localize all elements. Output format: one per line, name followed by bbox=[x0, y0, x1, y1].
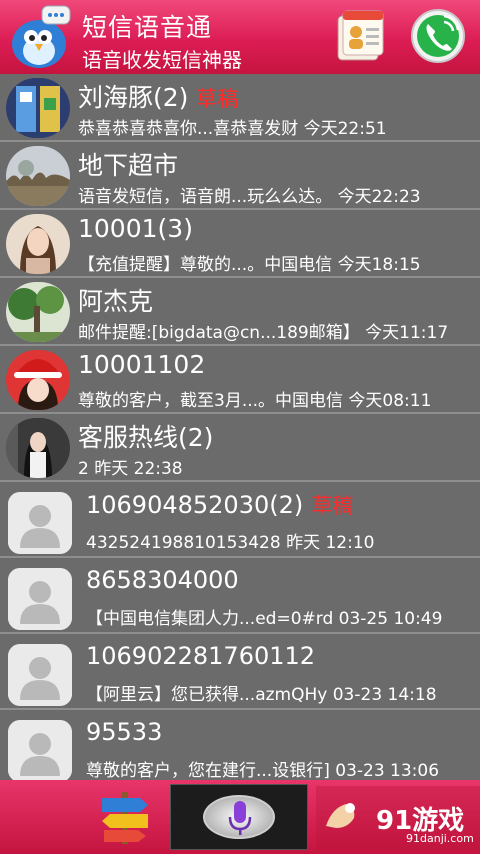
message-preview: 【中国电信集团人力...ed=0#rd 03-25 10:49 bbox=[86, 609, 443, 629]
conversation-row[interactable]: 刘海豚(2) 草稿 恭喜恭喜恭喜你...喜恭喜发财 今天22:51 bbox=[0, 74, 480, 142]
default-contact-icon bbox=[8, 492, 72, 554]
conversation-row[interactable]: 106902281760112 【阿里云】您已获得...azmQHy 03-23… bbox=[0, 634, 480, 710]
default-contact-icon bbox=[8, 568, 72, 630]
conversation-row[interactable]: 10001(3) 【充值提醒】尊敬的...。中国电信 今天18:15 bbox=[0, 210, 480, 278]
message-preview: 432524198810153428 昨天 12:10 bbox=[86, 533, 375, 553]
photo-tree-icon bbox=[6, 282, 70, 342]
contact-name: 客服热线(2) bbox=[78, 423, 214, 452]
app-subtitle: 语音收发短信神器 bbox=[82, 48, 242, 72]
contacts-icon[interactable] bbox=[330, 6, 390, 66]
microphone-icon bbox=[228, 801, 252, 835]
conversation-list: 刘海豚(2) 草稿 恭喜恭喜恭喜你...喜恭喜发财 今天22:51 地下超市 语音… bbox=[0, 74, 480, 780]
message-preview: 【阿里云】您已获得...azmQHy 03-23 14:18 bbox=[86, 685, 437, 705]
message-preview: 尊敬的客户，截至3月...。中国电信 今天08:11 bbox=[78, 391, 432, 411]
contact-name: 10001102 bbox=[78, 350, 206, 379]
brand-logo-sub: 91danji.com bbox=[406, 832, 474, 845]
bottom-bar: 91游戏 91danji.com bbox=[0, 780, 480, 854]
contact-name: 106904852030(2) 草稿 bbox=[86, 491, 354, 519]
conversation-row[interactable]: 106904852030(2) 草稿 432524198810153428 昨天 … bbox=[0, 482, 480, 558]
contact-name: 刘海豚(2) 草稿 bbox=[78, 83, 239, 112]
conversation-row[interactable]: 95533 尊敬的客户，您在建行...设银行] 03-23 13:06 bbox=[0, 710, 480, 780]
conversation-row[interactable]: 8658304000 【中国电信集团人力...ed=0#rd 03-25 10:… bbox=[0, 558, 480, 634]
photo-landscape-icon bbox=[6, 146, 70, 206]
conversation-row[interactable]: 地下超市 语音发短信，语音朗...玩么么达。 今天22:23 bbox=[0, 142, 480, 210]
photo-girl-icon bbox=[6, 418, 70, 478]
voice-input-button[interactable] bbox=[170, 784, 308, 850]
contact-name: 8658304000 bbox=[86, 566, 239, 594]
app-header: 短信语音通 语音收发短信神器 bbox=[0, 0, 480, 74]
conversation-row[interactable]: 阿杰克 邮件提醒:[bigdata@cn...189邮箱】 今天11:17 bbox=[0, 278, 480, 346]
contact-name: 阿杰克 bbox=[78, 287, 154, 316]
photo-kids-icon bbox=[6, 78, 70, 138]
message-preview: 【充值提醒】尊敬的...。中国电信 今天18:15 bbox=[78, 255, 421, 275]
app-title: 短信语音通 bbox=[82, 13, 213, 42]
message-preview: 语音发短信，语音朗...玩么么达。 今天22:23 bbox=[78, 187, 421, 207]
phone-call-icon[interactable] bbox=[408, 6, 468, 66]
default-contact-icon bbox=[8, 644, 72, 706]
contact-name: 106902281760112 bbox=[86, 642, 316, 670]
default-contact-icon bbox=[8, 720, 72, 780]
message-preview: 2 昨天 22:38 bbox=[78, 459, 183, 479]
message-preview: 邮件提醒:[bigdata@cn...189邮箱】 今天11:17 bbox=[78, 323, 449, 343]
contact-name: 10001(3) bbox=[78, 214, 193, 243]
conversation-row[interactable]: 客服热线(2) 2 昨天 22:38 bbox=[0, 414, 480, 482]
signpost-icon[interactable] bbox=[96, 788, 154, 846]
conversation-row[interactable]: 10001102 尊敬的客户，截至3月...。中国电信 今天08:11 bbox=[0, 346, 480, 414]
bird-logo-icon bbox=[12, 5, 71, 68]
contact-name: 95533 bbox=[86, 718, 163, 746]
contact-name: 地下超市 bbox=[78, 151, 179, 180]
photo-woman-icon bbox=[6, 214, 70, 274]
message-preview: 恭喜恭喜恭喜你...喜恭喜发财 今天22:51 bbox=[78, 119, 387, 139]
photo-santa-girl-icon bbox=[6, 350, 70, 410]
message-preview: 尊敬的客户，您在建行...设银行] 03-23 13:06 bbox=[86, 761, 440, 780]
draft-badge: 草稿 bbox=[196, 87, 239, 111]
draft-badge: 草稿 bbox=[311, 494, 354, 518]
